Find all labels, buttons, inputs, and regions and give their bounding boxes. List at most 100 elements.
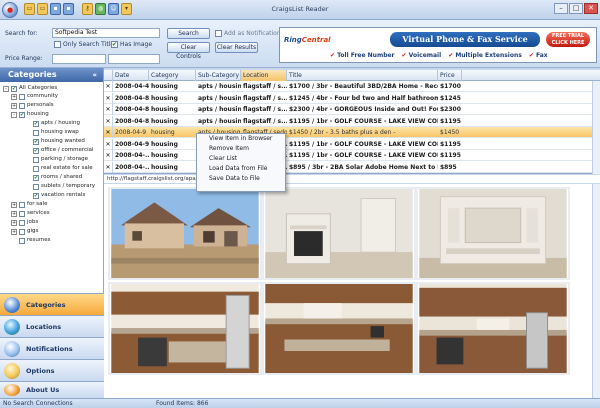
search-button[interactable]: Search (167, 28, 210, 39)
menu-item-load-data[interactable]: Load Data from File (197, 164, 285, 174)
cell-date: 2008-04-8 (115, 106, 149, 113)
grid-scrollbar[interactable] (592, 81, 600, 174)
tree-node-community[interactable]: + community (11, 92, 58, 101)
tree-node-for-sale[interactable]: + for sale (11, 200, 47, 209)
ad-feature: Voicemail (402, 52, 442, 59)
tree-node-gigs[interactable]: + gigs (11, 227, 38, 236)
table-row[interactable]: ✕2008-04-4housing apts / housingflagstaff… (104, 81, 600, 92)
has-image-checkbox[interactable]: ✔ Has Image (111, 41, 152, 48)
tree-node-housing[interactable]: - ✔ housing (11, 110, 49, 119)
checkbox-icon (33, 183, 39, 190)
tree-node-services[interactable]: + services (11, 209, 50, 218)
menu-item-clear-list[interactable]: Clear List (197, 154, 285, 164)
entertainment-niche-photo (416, 187, 570, 280)
notifications-icon (4, 341, 20, 357)
title-bar: ● ▭ ▭ ▪ ▪ ⚷ ◍ ☺ ▾ CraigsList Reader – □ … (0, 0, 600, 20)
cell-category: housing (151, 163, 178, 171)
table-row[interactable]: ✕2008-04-...housingapts / housingflagsta… (104, 150, 600, 161)
checkmark-icon: ✔ (33, 138, 39, 145)
tree-node-jobs[interactable]: + jobs (11, 218, 38, 227)
column-header-date[interactable]: Date (113, 70, 149, 81)
column-header-sub-category[interactable]: Sub-Category (196, 70, 241, 81)
add-notification-checkbox[interactable]: Add as Notification (215, 30, 281, 37)
clear-controls-button[interactable]: Clear Controls (167, 42, 210, 60)
close-icon[interactable]: ✕ (584, 3, 598, 14)
column-header-title[interactable]: Title (287, 70, 438, 81)
expand-icon: + (11, 228, 17, 235)
tree-node-resumes[interactable]: resumes (11, 236, 50, 245)
column-header-category[interactable]: Category (149, 70, 196, 81)
maximize-icon[interactable]: □ (569, 3, 583, 14)
minimize-icon[interactable]: – (554, 3, 568, 14)
tree-node-subcategory[interactable]: real estate for sale (33, 164, 93, 173)
collapse-pane-icon[interactable]: « (92, 68, 97, 82)
clear-results-button[interactable]: Clear Results (215, 42, 258, 53)
cell-location: flagstaff / s... (243, 83, 287, 90)
remove-row-icon[interactable]: ✕ (104, 138, 113, 150)
tree-node-subcategory[interactable]: ✔ housing wanted (33, 137, 85, 146)
table-row[interactable]: ✕2008-04-8housing apts / housingflagstaff… (104, 92, 600, 104)
table-row[interactable]: ✕2008-04-8housing apts / housingflagstaff… (104, 104, 600, 115)
cell-price: $1700 (440, 83, 461, 90)
checkmark-icon: ✔ (33, 120, 39, 127)
status-bar: No Search Connections Found Items: 866 (0, 398, 600, 408)
cell-sub: apts / housing (198, 106, 241, 113)
table-row[interactable]: ✕2008-04-8housing apts / housingflagstaff… (104, 115, 600, 127)
cell-title: $895 / 3br - 2BA Solar Adobe Home Next t… (289, 163, 438, 171)
free-trial-button[interactable]: FREE TRIAL CLICK HERE (546, 32, 590, 47)
table-row[interactable]: ✕2008-04-9housingapts / housingflagstaff… (104, 138, 600, 150)
tree-node-subcategory[interactable]: housing swap (33, 128, 79, 137)
collapse-icon: - (11, 111, 17, 118)
remove-row-icon[interactable]: ✕ (104, 115, 113, 127)
column-header-price[interactable]: Price (438, 70, 462, 81)
nav-options[interactable]: Options (0, 359, 104, 381)
remove-row-icon[interactable]: ✕ (104, 127, 113, 138)
tree-node-personals[interactable]: + personals (11, 101, 54, 110)
search-input[interactable]: Softpedia Test (52, 28, 160, 38)
price-min-input[interactable] (52, 54, 106, 64)
expand-icon: + (11, 93, 17, 100)
nav-about-us[interactable]: About Us (0, 381, 104, 398)
column-header-location[interactable]: Location (241, 70, 287, 81)
checkbox-icon (19, 237, 25, 244)
grid-header: Date Category Sub-Category Location Titl… (104, 70, 600, 81)
nav-locations[interactable]: Locations (0, 315, 104, 337)
tree-node-subcategory[interactable]: ✔ vacation rentals (33, 191, 85, 200)
item-url[interactable]: http://flagstaff.craigslist.org/apa/636.… (104, 175, 600, 184)
categories-pane: Categories « - ✔ All Categories + community… (0, 68, 104, 398)
remove-row-icon[interactable]: ✕ (104, 92, 113, 104)
nav-categories[interactable]: Categories (0, 293, 104, 315)
image-panel-scrollbar[interactable] (592, 184, 600, 398)
menu-item-view-in-browser[interactable]: View Item in Browser (197, 134, 285, 144)
tree-node-subcategory[interactable]: parking / storage (33, 155, 88, 164)
tree-node-subcategory[interactable]: ✔ rooms / shared (33, 173, 82, 182)
remove-row-icon[interactable]: ✕ (104, 104, 113, 115)
table-row[interactable]: ✕2008-04-9housingapts / housingflagstaff… (104, 127, 600, 138)
checkbox-icon (19, 219, 25, 226)
checkbox-icon (33, 156, 39, 163)
tree-node-subcategory[interactable]: ✔ office / commercial (33, 146, 94, 155)
only-search-titles-checkbox[interactable]: Only Search Titles (54, 41, 117, 48)
nav-notifications[interactable]: Notifications (0, 337, 104, 359)
price-max-input[interactable] (108, 54, 160, 64)
checkbox-icon (215, 30, 222, 37)
tree-node-subcategory[interactable]: sublets / temporary (33, 182, 95, 191)
house-exterior-photo (108, 187, 262, 280)
menu-item-remove-item[interactable]: Remove Item (197, 144, 285, 154)
checkbox-icon (19, 228, 25, 235)
ringcentral-ad[interactable]: RingCentral Virtual Phone & Fax Service … (279, 27, 597, 63)
menu-item-save-data[interactable]: Save Data to File (197, 174, 285, 184)
table-row[interactable]: ✕2008-04-...housingapts / housingflagsta… (104, 161, 600, 173)
cell-price: $1195 (440, 152, 461, 159)
ad-feature: Toll Free Number (330, 52, 394, 59)
tree-node-subcategory[interactable]: ✔ apts / housing (33, 119, 80, 128)
remove-row-icon[interactable]: ✕ (104, 81, 113, 92)
remove-row-icon[interactable]: ✕ (104, 161, 113, 173)
remove-row-icon[interactable]: ✕ (104, 150, 113, 161)
cell-category: housing (151, 129, 175, 136)
checkmark-icon: ✔ (33, 192, 39, 199)
kitchen-photo-two (262, 282, 416, 375)
expand-icon: + (11, 102, 17, 109)
cell-title: $1700 / 3br - Beautiful 3BD/2BA Home - R… (289, 83, 438, 90)
cell-location: flagstaff / s... (243, 94, 287, 102)
